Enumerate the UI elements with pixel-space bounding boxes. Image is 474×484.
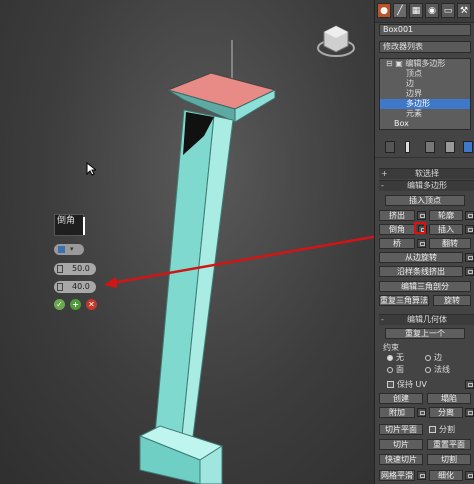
bridge-button[interactable]: 桥 — [379, 238, 415, 249]
chevron-down-icon: ▾ — [70, 245, 74, 253]
scene-column[interactable] — [0, 0, 374, 484]
split-checkbox[interactable] — [429, 426, 436, 433]
utilities-icon[interactable]: ⚒ — [457, 3, 471, 18]
annotation-arrow-head — [104, 277, 117, 288]
collapse-button[interactable]: 塌陷 — [427, 393, 471, 404]
stack-item-vertex[interactable]: 顶点 — [380, 69, 470, 79]
remove-modifier-icon[interactable] — [445, 141, 455, 153]
stack-item-box[interactable]: Box — [380, 119, 470, 129]
slice-button[interactable]: 切片 — [379, 439, 423, 450]
modifier-list-dropdown[interactable]: 修改器列表 — [379, 41, 471, 53]
attach-button[interactable]: 附加 — [379, 407, 415, 418]
configure-sets-icon[interactable] — [463, 141, 473, 153]
preserve-uv-checkbox[interactable] — [387, 381, 394, 388]
bevel-settings-highlight — [414, 222, 426, 234]
plus-icon[interactable]: + — [70, 299, 81, 310]
outline-button[interactable]: 轮廓 — [429, 210, 463, 221]
split-label: 分割 — [439, 425, 455, 434]
height-icon — [57, 265, 63, 273]
constraint-none-radio[interactable] — [387, 355, 393, 361]
constraint-none-label: 无 — [396, 353, 404, 362]
insert-vertex-button[interactable]: 插入顶点 — [385, 195, 465, 206]
stack-item-edge[interactable]: 边 — [380, 79, 470, 89]
constraint-normal-radio[interactable] — [425, 367, 431, 373]
stack-item-polygon[interactable]: 多边形 — [380, 99, 470, 109]
constraint-normal-label: 法线 — [434, 365, 450, 374]
constraint-face-radio[interactable] — [387, 367, 393, 373]
cut-button[interactable]: 切割 — [427, 454, 471, 465]
rollout-edit-polygons[interactable]: - 编辑多边形 — [379, 180, 474, 191]
bevel-button[interactable]: 倒角 — [379, 224, 415, 235]
outline-icon — [57, 283, 63, 291]
retriangulate-button[interactable]: 重复三角算法 — [379, 295, 429, 306]
extrude-along-spline-button[interactable]: 沿样条线挤出 — [379, 266, 463, 277]
preserve-uv-settings-icon[interactable] — [465, 380, 474, 389]
extrude-settings-icon[interactable] — [417, 211, 426, 220]
constraint-edge-radio[interactable] — [425, 355, 431, 361]
stack-toolbar — [375, 137, 474, 158]
hinge-settings-icon[interactable] — [465, 253, 474, 262]
command-panel-tabs: ● ╱ ▦ ◉ ▭ ⚒ — [375, 0, 474, 23]
msmooth-settings-icon[interactable] — [417, 471, 426, 480]
outline-settings-icon[interactable] — [465, 211, 474, 220]
caddy-title: 倒角 — [54, 214, 85, 236]
turn-button[interactable]: 旋转 — [433, 295, 471, 306]
repeat-last-button[interactable]: 重复上一个 — [385, 328, 465, 339]
inset-button[interactable]: 插入 — [429, 224, 463, 235]
edit-triangulation-button[interactable]: 编辑三角剖分 — [379, 281, 471, 292]
viewcube-icon[interactable] — [316, 22, 356, 62]
preserve-uv-label: 保持 UV — [397, 380, 427, 389]
extrude-button[interactable]: 挤出 — [379, 210, 415, 221]
object-name-field[interactable]: Box001 — [379, 24, 471, 36]
tessellate-settings-icon[interactable] — [465, 471, 474, 480]
annotation-arrow — [111, 235, 374, 285]
group-type-icon — [58, 246, 65, 253]
slice-plane-button[interactable]: 切片平面 — [379, 424, 423, 435]
reset-plane-button[interactable]: 重置平面 — [427, 439, 471, 450]
rollout-edit-geometry[interactable]: - 编辑几何体 — [379, 314, 474, 325]
show-end-result-icon[interactable] — [405, 141, 410, 153]
display-icon[interactable]: ▭ — [441, 3, 455, 18]
inset-settings-icon[interactable] — [465, 225, 474, 234]
flip-button[interactable]: 翻转 — [429, 238, 471, 249]
constraint-edge-label: 边 — [434, 353, 442, 362]
quickslice-button[interactable]: 快速切片 — [379, 454, 423, 465]
pin-stack-icon[interactable] — [385, 141, 395, 153]
attach-list-icon[interactable] — [417, 408, 426, 417]
detach-button[interactable]: 分离 — [429, 407, 463, 418]
caddy-outline-field[interactable]: 40.0 — [54, 281, 96, 293]
check-icon[interactable]: ✓ — [54, 299, 65, 310]
make-unique-icon[interactable] — [425, 141, 435, 153]
stack-root[interactable]: ⊟ ▣ 编辑多边形 — [380, 59, 470, 69]
constraint-face-label: 面 — [396, 365, 404, 374]
detach-settings-icon[interactable] — [465, 408, 474, 417]
motion-icon[interactable]: ◉ — [425, 3, 439, 18]
rollout-soft-selection[interactable]: + 软选择 — [379, 168, 474, 179]
modify-icon[interactable]: ╱ — [393, 3, 407, 18]
mouse-cursor-icon — [86, 162, 96, 176]
bridge-settings-icon[interactable] — [417, 239, 426, 248]
extrude-spline-settings-icon[interactable] — [465, 267, 474, 276]
create-button[interactable]: 创建 — [379, 393, 423, 404]
hierarchy-icon[interactable]: ▦ — [409, 3, 423, 18]
modifier-stack: ⊟ ▣ 编辑多边形 顶点 边 边界 多边形 元素 Box — [379, 58, 471, 130]
hinge-from-edge-button[interactable]: 从边旋转 — [379, 252, 463, 263]
msmooth-button[interactable]: 网格平滑 — [379, 470, 415, 481]
stack-item-element[interactable]: 元素 — [380, 109, 470, 119]
caddy-type-dropdown[interactable]: ▾ — [54, 244, 84, 255]
close-icon[interactable]: ✕ — [86, 299, 97, 310]
caddy-height-field[interactable]: 50.0 — [54, 263, 96, 275]
viewport-perspective[interactable]: 倒角 ▾ 50.0 40.0 ✓ + ✕ — [0, 0, 374, 484]
create-icon[interactable]: ● — [377, 3, 391, 18]
stack-item-border[interactable]: 边界 — [380, 89, 470, 99]
tessellate-button[interactable]: 细化 — [429, 470, 463, 481]
command-panel: ● ╱ ▦ ◉ ▭ ⚒ Box001 修改器列表 ⊟ ▣ 编辑多边形 顶点 边 … — [374, 0, 474, 484]
